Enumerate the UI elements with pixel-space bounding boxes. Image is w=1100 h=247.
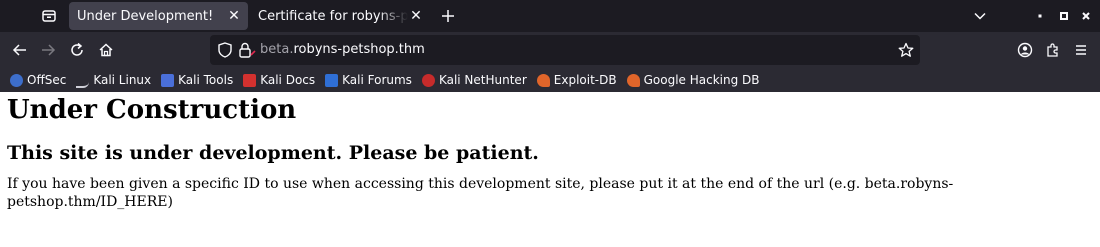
bookmark-offsec[interactable]: OffSec bbox=[10, 73, 66, 87]
tab-title: Certificate for robyns-petshop.thm bbox=[258, 8, 408, 24]
back-icon[interactable] bbox=[10, 40, 30, 60]
bookmark-label: Exploit-DB bbox=[553, 73, 617, 87]
bookmark-label: Kali Forums bbox=[342, 73, 412, 87]
account-icon[interactable] bbox=[1015, 40, 1035, 60]
menu-icon[interactable] bbox=[1071, 40, 1091, 60]
extensions-icon[interactable] bbox=[1043, 40, 1063, 60]
tab-bar: Under Development! ✕ Certificate for rob… bbox=[0, 0, 1100, 32]
close-window-icon[interactable] bbox=[1076, 6, 1096, 26]
bookmark-kali-docs[interactable]: Kali Docs bbox=[243, 73, 315, 87]
page-subheading: This site is under development. Please b… bbox=[7, 142, 539, 164]
offsec-icon bbox=[10, 73, 23, 87]
home-icon[interactable] bbox=[96, 40, 116, 60]
bookmark-label: OffSec bbox=[27, 73, 67, 87]
tab-certificate[interactable]: Certificate for robyns-petshop.thm ✕ bbox=[250, 2, 430, 30]
bookmark-label: Kali Linux bbox=[93, 73, 152, 87]
lock-warning-icon[interactable] bbox=[238, 42, 256, 58]
bookmark-google-hacking-db[interactable]: Google Hacking DB bbox=[626, 73, 760, 87]
page-content: Under Construction This site is under de… bbox=[0, 94, 1100, 211]
ghdb-icon bbox=[626, 73, 640, 87]
bookmark-kali-tools[interactable]: Kali Tools bbox=[161, 73, 233, 87]
nethunter-icon bbox=[421, 73, 435, 87]
tab-title: Under Development! bbox=[77, 8, 214, 24]
kali-tools-icon bbox=[161, 73, 175, 87]
star-icon[interactable] bbox=[898, 42, 914, 58]
close-icon[interactable]: ✕ bbox=[408, 8, 424, 24]
shield-icon[interactable] bbox=[218, 42, 232, 58]
browser-chrome: Under Development! ✕ Certificate for rob… bbox=[0, 0, 1100, 92]
bookmark-kali-nethunter[interactable]: Kali NetHunter bbox=[421, 73, 527, 87]
close-icon[interactable]: ✕ bbox=[226, 8, 242, 24]
kali-forums-icon bbox=[325, 73, 339, 87]
bookmarks-toolbar: OffSec Kali Linux Kali Tools Kali Docs K… bbox=[0, 68, 1100, 92]
bookmark-label: Kali NetHunter bbox=[438, 73, 527, 87]
kali-dragon-icon bbox=[76, 73, 90, 88]
bookmark-label: Kali Tools bbox=[178, 73, 234, 87]
tab-list-icon[interactable] bbox=[38, 6, 60, 26]
bookmark-label: Kali Docs bbox=[260, 73, 316, 87]
navigation-toolbar: beta.robyns-petshop.thm bbox=[0, 32, 1100, 68]
bookmark-exploit-db[interactable]: Exploit-DB bbox=[536, 73, 617, 87]
forward-icon[interactable] bbox=[38, 40, 58, 60]
url-domain: robyns-petshop.thm bbox=[293, 42, 425, 57]
minimize-icon[interactable] bbox=[1030, 6, 1050, 26]
chevron-down-icon[interactable] bbox=[970, 6, 990, 26]
page-message: If you have been given a specific ID to … bbox=[7, 176, 954, 210]
bookmark-kali-forums[interactable]: Kali Forums bbox=[325, 73, 412, 87]
tab-under-development[interactable]: Under Development! ✕ bbox=[69, 2, 248, 30]
new-tab-icon[interactable] bbox=[438, 6, 458, 26]
url-subdomain: beta. bbox=[260, 42, 294, 57]
url-text[interactable]: beta.robyns-petshop.thm bbox=[260, 42, 425, 57]
kali-docs-icon bbox=[243, 73, 257, 87]
page-heading: Under Construction bbox=[7, 95, 297, 125]
address-bar[interactable]: beta.robyns-petshop.thm bbox=[210, 35, 920, 65]
bookmark-label: Google Hacking DB bbox=[643, 73, 760, 87]
exploit-db-icon bbox=[536, 73, 550, 87]
bookmark-kali-linux[interactable]: Kali Linux bbox=[76, 73, 151, 88]
reload-icon[interactable] bbox=[67, 40, 87, 60]
maximize-icon[interactable] bbox=[1054, 6, 1074, 26]
